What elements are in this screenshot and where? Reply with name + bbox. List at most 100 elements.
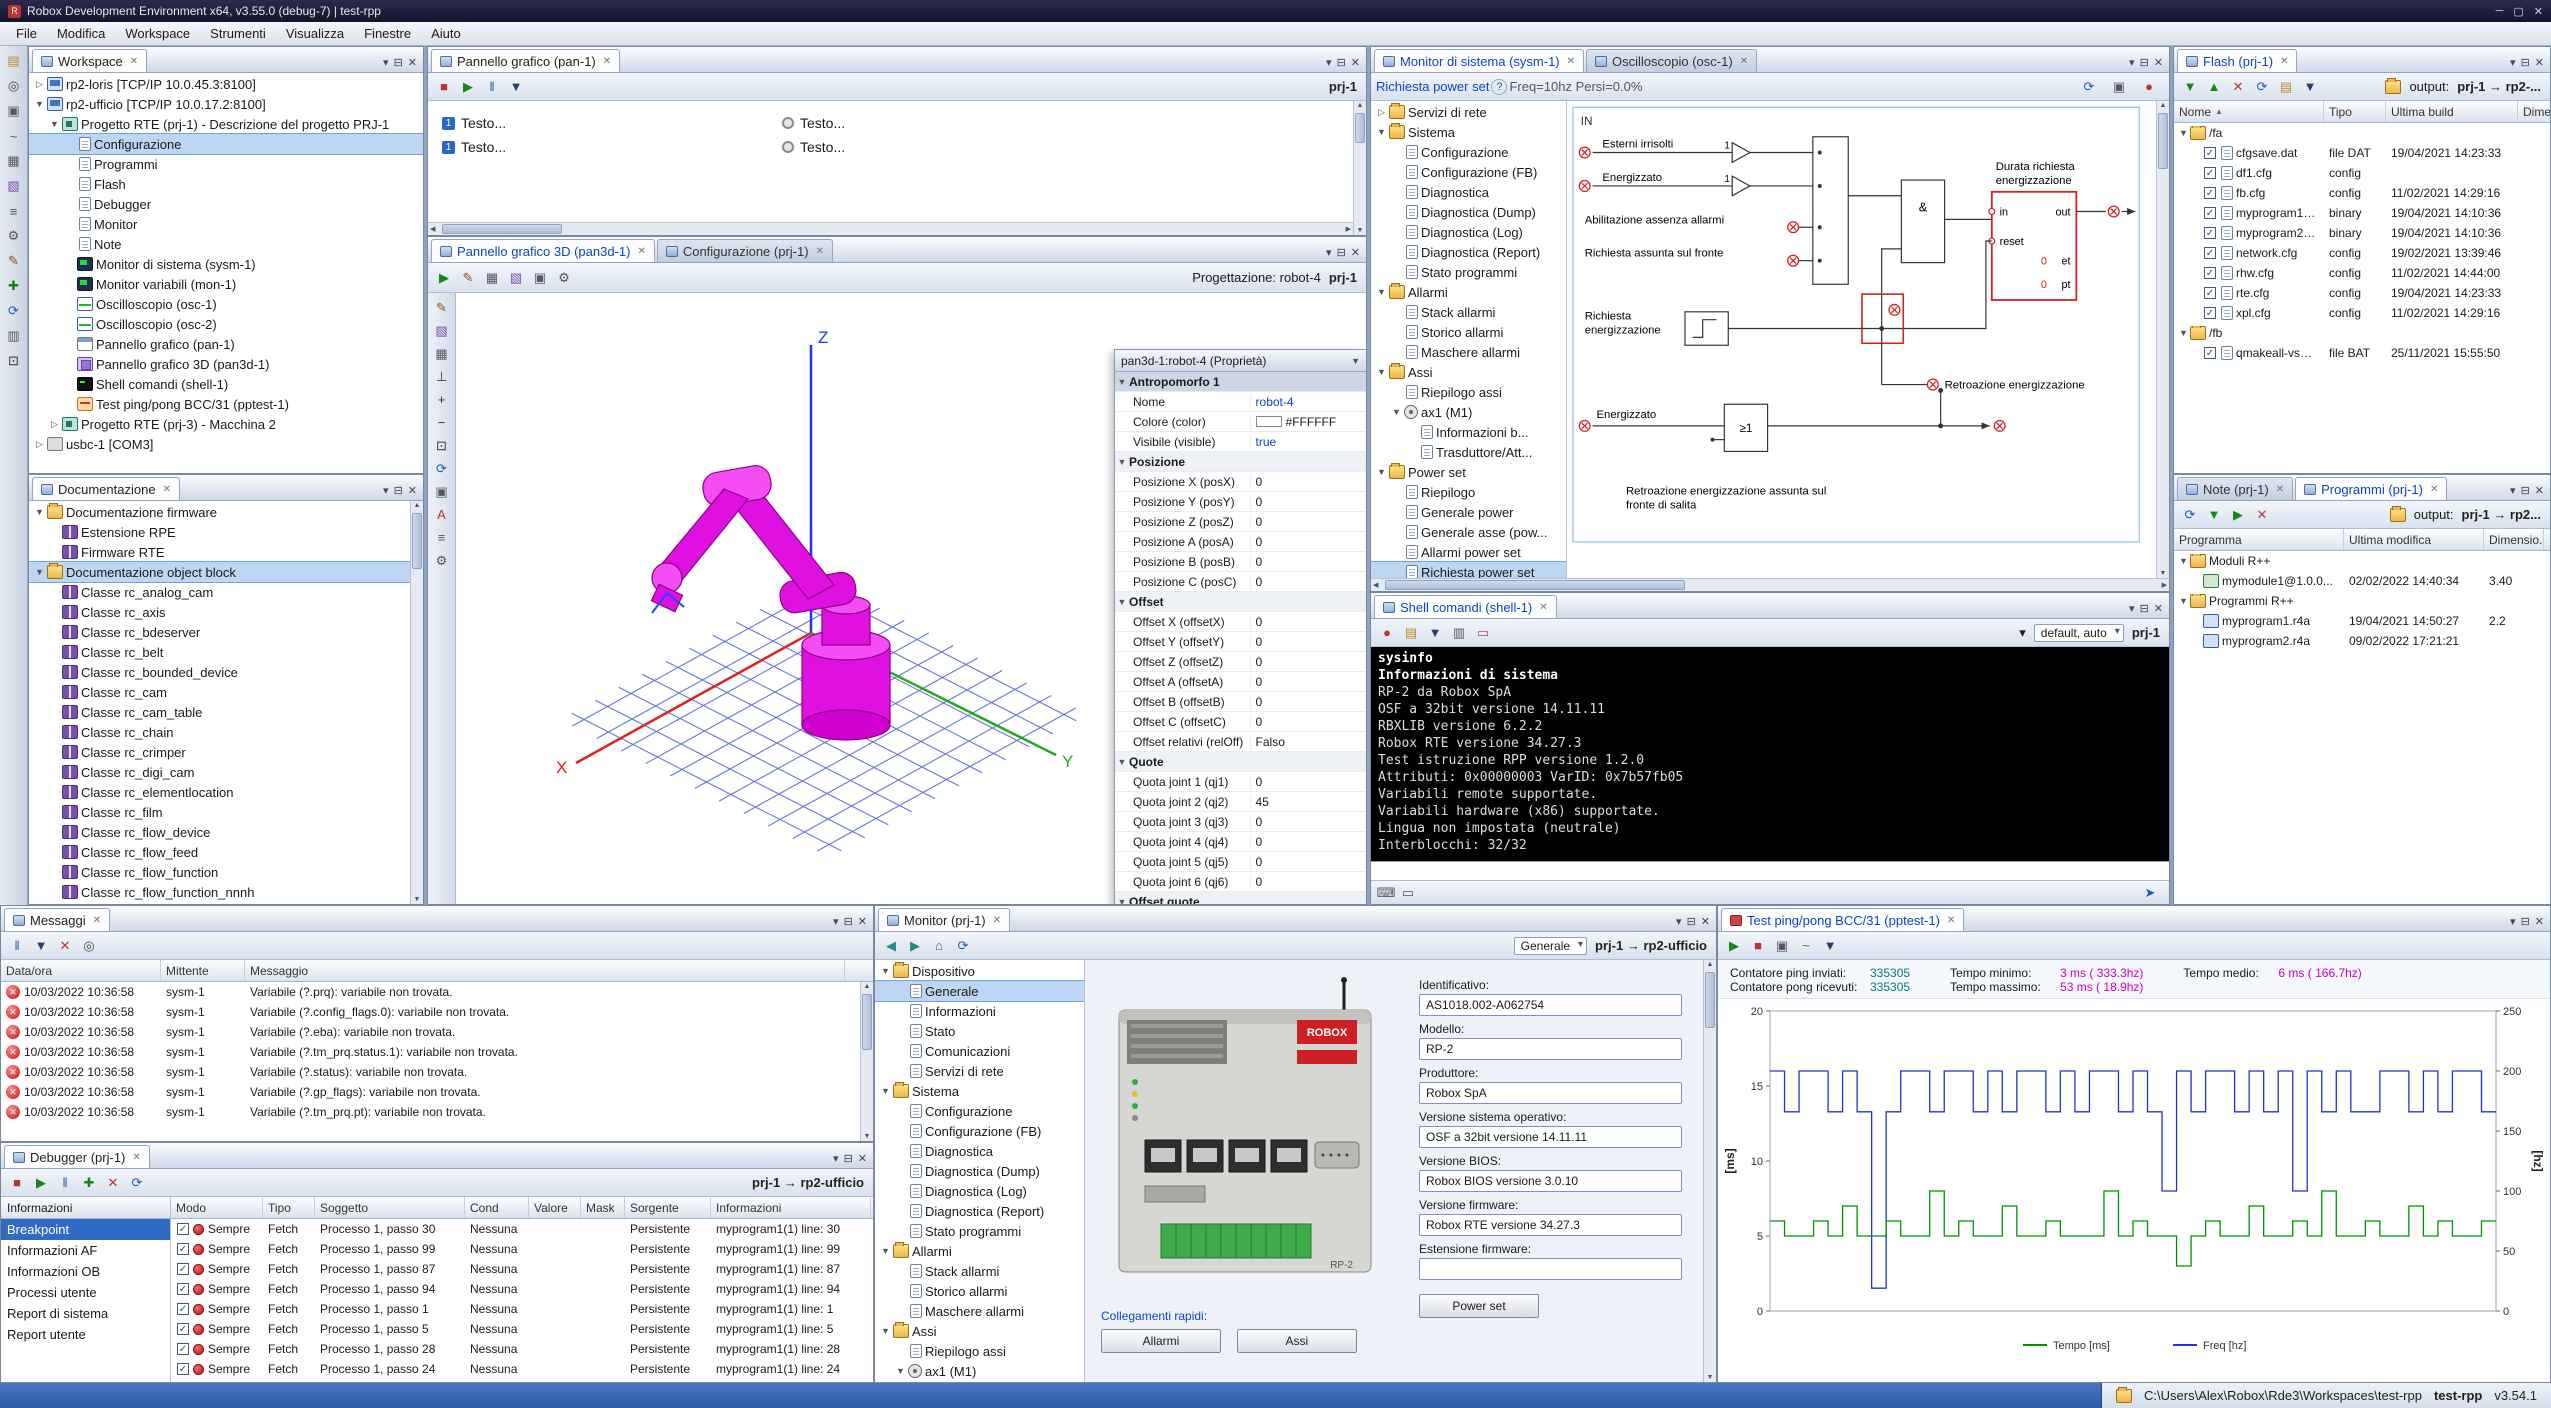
print-icon[interactable]: ▥ [1448,622,1470,643]
tree-item[interactable]: Monitor di sistema (sysm-1) [29,254,423,274]
edit-icon[interactable]: ✎ [431,297,453,318]
tree-expander-icon[interactable]: ▼ [1389,407,1404,417]
scrollbar-vertical[interactable]: ▲▼ [410,501,423,904]
properties-header[interactable]: pan3d-1:robot-4 (Proprietà)▼ [1115,350,1366,372]
layers-icon[interactable]: ≡ [431,527,453,548]
close-panel-icon[interactable]: ✕ [2535,56,2544,69]
tree-expander-icon[interactable]: ▼ [1115,457,1129,467]
tree-expander-icon[interactable]: ▼ [2177,556,2190,566]
close-tab-icon[interactable]: ✕ [1740,56,1748,67]
panel-menu-icon[interactable]: ▾ [1676,915,1682,928]
scrollbar-vertical[interactable]: ▲▼ [2156,101,2169,578]
tree-item[interactable]: Classe rc_analog_cam [29,582,410,602]
add-icon[interactable]: ✚ [3,275,25,297]
play-icon[interactable]: ▶ [1723,935,1745,956]
tree-expander-icon[interactable]: ▼ [878,1326,893,1336]
tree-item[interactable]: ▼Progetto RTE (prj-1) - Descrizione del … [29,114,423,134]
fit-icon[interactable]: ⊡ [431,435,453,456]
close-window-icon[interactable]: ✕ [2534,5,2543,18]
tree-item[interactable]: Diagnostica (Dump) [1371,202,1566,222]
tree-item[interactable]: Debugger [29,194,423,214]
tree-item[interactable]: Oscilloscopio (osc-2) [29,314,423,334]
property-value[interactable]: 0 [1251,695,1366,709]
tree-item[interactable]: Stato programmi [875,1221,1084,1241]
property-value[interactable]: 0 [1251,835,1366,849]
close-tab-icon[interactable]: ✕ [1567,56,1575,67]
checkbox[interactable]: ✓ [2204,247,2216,259]
checkbox[interactable]: ✓ [177,1223,189,1235]
gear-icon[interactable]: ⚙ [3,225,25,247]
tree-item[interactable]: Informazioni b... [1371,422,1566,442]
tree-expander-icon[interactable]: ▼ [1115,597,1129,607]
help-icon[interactable]: ? [1491,79,1507,95]
cam-icon[interactable]: ▣ [529,267,551,288]
property-group[interactable]: ▼Antropomorfo 1 [1115,372,1366,392]
tree-item[interactable]: Classe rc_belt [29,642,410,662]
tree-item[interactable]: Configurazione [1371,142,1566,162]
property-value[interactable]: 0 [1251,855,1366,869]
send-icon[interactable]: ➤ [2139,882,2161,903]
assi-button[interactable]: Assi [1237,1329,1357,1353]
tree-item[interactable]: Firmware RTE [29,542,410,562]
property-row[interactable]: Quota joint 3 (qj3)0 [1115,812,1366,832]
tab-configurazione[interactable]: Configurazione (prj-1)✕ [657,239,833,262]
property-row[interactable]: Quota joint 1 (qj1)0 [1115,772,1366,792]
allarmi-button[interactable]: Allarmi [1101,1329,1221,1353]
tab-documentazione[interactable]: Documentazione✕ [32,477,180,500]
tree-item[interactable]: Monitor [29,214,423,234]
tree-item[interactable]: Pannello grafico (pan-1) [29,334,423,354]
table-row[interactable]: ✓SempreFetchProcesso 1, passo 24NessunaP… [171,1359,873,1379]
menu-strumenti[interactable]: Strumenti [200,24,276,43]
checkbox[interactable]: ✓ [2204,187,2216,199]
list-item[interactable]: Informazioni OB [1,1261,170,1282]
tree-item[interactable]: Diagnostica [875,1141,1084,1161]
panel-menu-icon[interactable]: ▾ [2510,56,2516,69]
produttore-field[interactable]: Robox SpA [1419,1082,1682,1104]
stop-icon[interactable]: ■ [433,76,455,97]
property-value[interactable]: 0 [1251,575,1366,589]
tree-expander-icon[interactable]: ▼ [1115,897,1129,906]
menu-aiuto[interactable]: Aiuto [421,24,471,43]
tab-oscilloscopio[interactable]: Oscilloscopio (osc-1)✕ [1586,49,1757,72]
table-row[interactable]: ✕10/03/2022 10:36:58sysm-1Variabile (?.g… [1,1082,873,1102]
play-icon[interactable]: ▶ [2227,504,2249,525]
fwd-icon[interactable]: ▶ [904,935,926,956]
maximize-icon[interactable]: ▢ [2513,5,2523,18]
tree-item[interactable]: Riepilogo [1371,482,1566,502]
property-row[interactable]: Offset B (offsetB)0 [1115,692,1366,712]
panel-widget[interactable]: 1Testo... [442,115,742,131]
robot-model[interactable] [651,463,890,740]
column-header[interactable]: Informazioni [711,1197,871,1218]
tab-pannello-3d[interactable]: Pannello grafico 3D (pan3d-1)✕ [431,239,655,262]
play-icon[interactable]: ▶ [433,267,455,288]
cam-icon[interactable]: ▣ [3,100,25,122]
versione-so-field[interactable]: OSF a 32bit versione 14.11.11 [1419,1126,1682,1148]
property-value[interactable]: 0 [1251,875,1366,889]
tree-expander-icon[interactable]: ▼ [1115,757,1129,767]
checkbox[interactable]: ✓ [2204,267,2216,279]
table-row[interactable]: ✓SempreFetchProcesso 1, passo 1NessunaPe… [171,1299,873,1319]
close-panel-icon[interactable]: ✕ [1701,915,1710,928]
tree-item[interactable]: Riepilogo assi [875,1341,1084,1361]
column-header[interactable]: Nome▲ [2174,101,2324,122]
table-row[interactable]: ✕10/03/2022 10:36:58sysm-1Variabile (?.s… [1,1062,873,1082]
tree-item[interactable]: Maschere allarmi [875,1301,1084,1321]
property-value[interactable]: 0 [1251,775,1366,789]
tree-item[interactable]: ▼ax1 (M1) [1371,402,1566,422]
close-panel-icon[interactable]: ✕ [2535,915,2544,928]
tree-item[interactable]: ▼Sistema [875,1081,1084,1101]
zin-icon[interactable]: + [431,389,453,410]
column-header[interactable]: Tipo [2324,101,2386,122]
save-icon[interactable]: ▼ [2299,76,2321,97]
panel-menu-icon[interactable]: ▾ [383,484,389,497]
print-icon[interactable]: ▥ [3,325,25,347]
tree-item[interactable]: Note [29,234,423,254]
tab-pingpong[interactable]: Test ping/pong BCC/31 (pptest-1)✕ [1721,908,1964,931]
stop-icon[interactable]: ■ [1747,935,1769,956]
play-icon[interactable]: ▶ [30,1172,52,1193]
tree-expander-icon[interactable]: ▼ [47,119,62,129]
chevron-down-icon[interactable]: ▼ [1351,356,1360,366]
search-icon[interactable]: ◎ [78,935,100,956]
property-row[interactable]: Quota joint 2 (qj2)45 [1115,792,1366,812]
tree-expander-icon[interactable]: ▼ [32,507,47,517]
